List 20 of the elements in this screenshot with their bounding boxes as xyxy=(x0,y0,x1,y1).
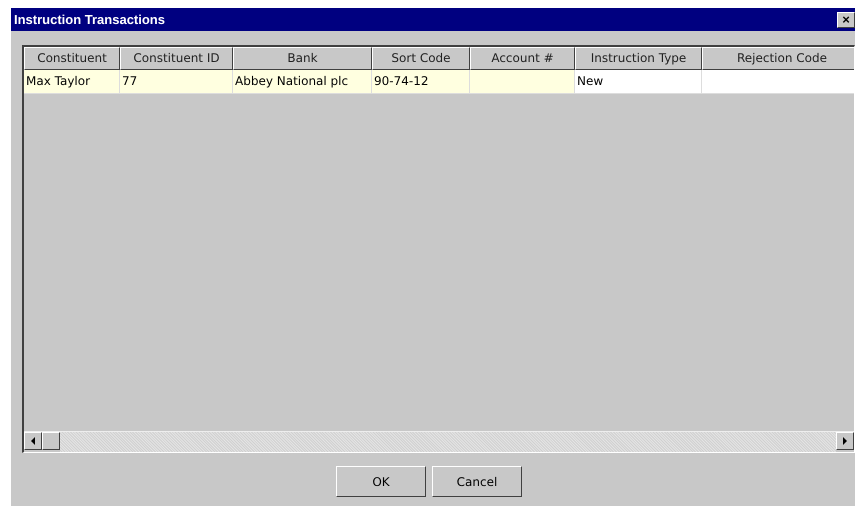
table-cell: New xyxy=(575,70,702,94)
column-header[interactable]: Constituent ID xyxy=(120,47,233,70)
dialog-button[interactable]: Cancel xyxy=(432,466,522,497)
table-cell: Max Taylor xyxy=(24,70,120,94)
window-title: Instruction Transactions xyxy=(14,12,165,27)
table-cell: 90-74-12 xyxy=(372,70,470,94)
table-cell: Abbey National plc xyxy=(233,70,372,94)
column-header[interactable]: Bank xyxy=(233,47,372,70)
column-header[interactable]: Account # xyxy=(470,47,575,70)
scroll-right-icon[interactable] xyxy=(836,432,854,450)
horizontal-scrollbar[interactable] xyxy=(24,431,854,452)
close-button[interactable]: × xyxy=(837,12,855,28)
column-header[interactable]: Instruction Type xyxy=(575,47,702,70)
column-header[interactable]: Constituent xyxy=(24,47,120,70)
column-header[interactable]: Sort Code xyxy=(372,47,470,70)
scroll-left-icon[interactable] xyxy=(24,432,42,450)
scroll-thumb[interactable] xyxy=(42,432,60,450)
column-header[interactable]: Rejection Code xyxy=(702,47,854,70)
dialog-button[interactable]: OK xyxy=(336,466,426,497)
table-cell: 77 xyxy=(120,70,233,94)
